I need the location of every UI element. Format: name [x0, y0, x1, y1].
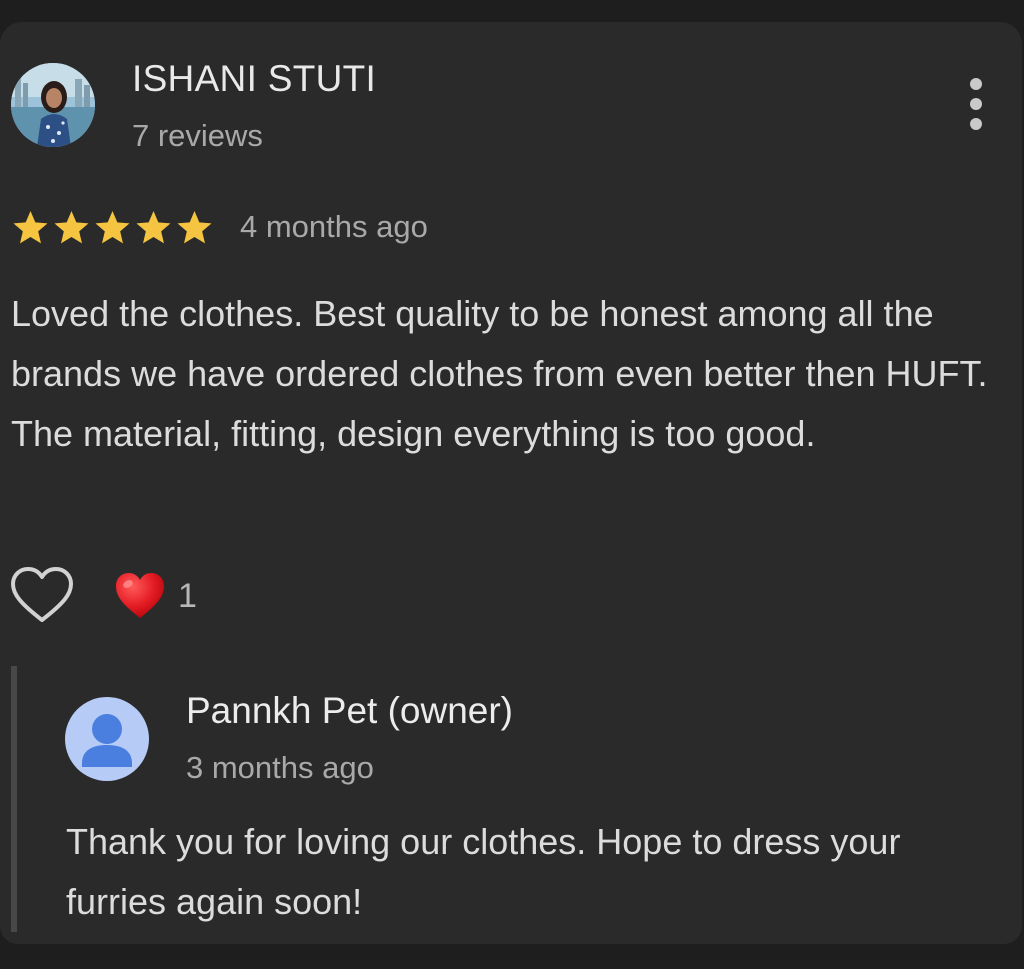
- star-icon: [54, 211, 89, 244]
- reviewer-avatar[interactable]: [11, 63, 95, 147]
- owner-name: Pannkh Pet (owner): [186, 690, 514, 731]
- review-text: Loved the clothes. Best quality to be ho…: [11, 293, 988, 454]
- reaction-summary[interactable]: 1: [114, 568, 197, 624]
- owner-avatar: [65, 697, 149, 781]
- red-heart-icon: [116, 573, 164, 618]
- person-icon: [82, 714, 132, 767]
- star-icon: [95, 211, 130, 244]
- star-rating: [10, 208, 215, 248]
- more-options-button[interactable]: [952, 74, 1000, 134]
- reply-date: 3 months ago: [186, 750, 374, 785]
- reviewer-photo: [11, 63, 95, 147]
- star-icon: [177, 211, 212, 244]
- reply-text: Thank you for loving our clothes. Hope t…: [66, 821, 901, 922]
- review-date: 4 months ago: [240, 209, 428, 244]
- reaction-count: 1: [178, 576, 197, 615]
- review-count[interactable]: 7 reviews: [132, 118, 263, 154]
- like-button[interactable]: [10, 567, 74, 625]
- heart-outline-icon: [11, 567, 73, 622]
- reviewer-name[interactable]: ISHANI STUTI: [132, 58, 376, 100]
- star-icon: [13, 211, 48, 244]
- review-card: ISHANI STUTI 7 reviews 4 months ago Love…: [0, 22, 1022, 944]
- star-icon: [136, 211, 171, 244]
- reply-divider: [11, 666, 17, 932]
